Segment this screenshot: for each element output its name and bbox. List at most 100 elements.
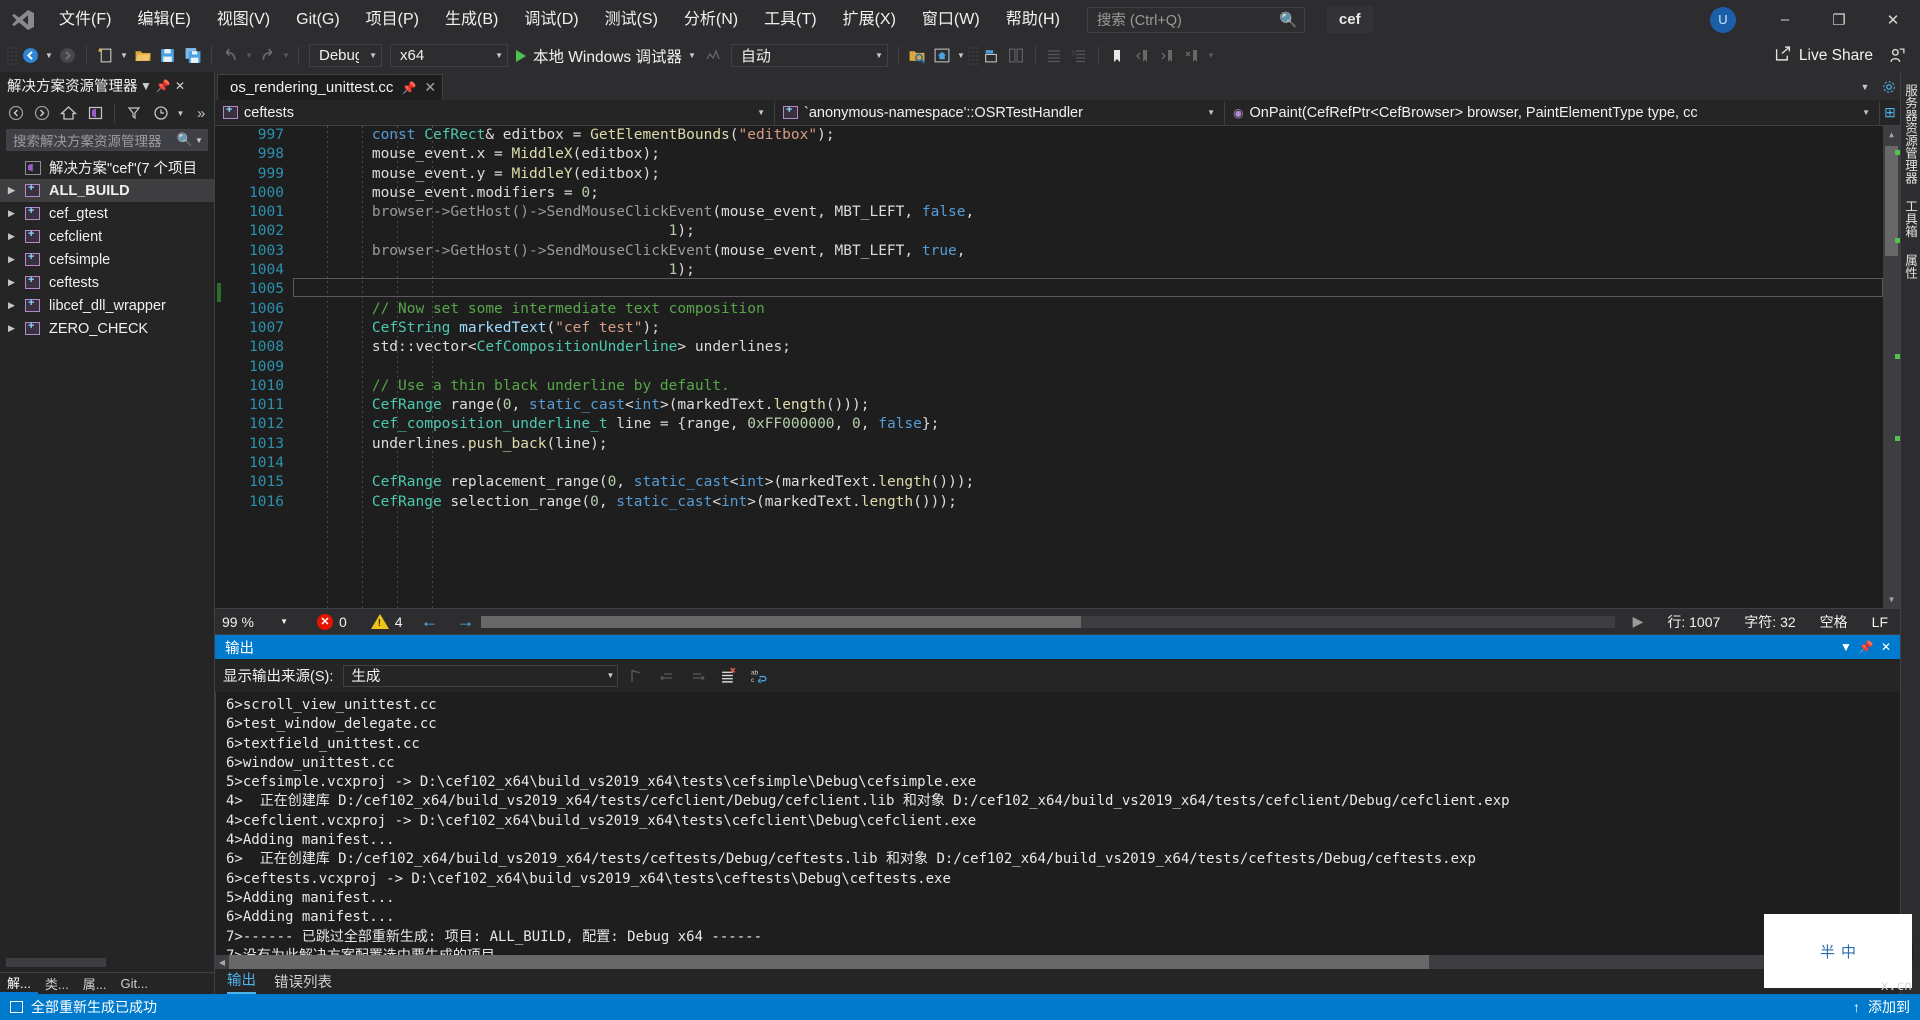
- menu-file[interactable]: 文件(F): [46, 0, 124, 39]
- tab-class-view[interactable]: 类...: [38, 974, 76, 993]
- toolbar-grip-2[interactable]: [966, 45, 979, 66]
- menu-window[interactable]: 窗口(W): [909, 0, 993, 39]
- chevron-down-icon[interactable]: ▼: [138, 79, 155, 93]
- menu-analyze[interactable]: 分析(N): [671, 0, 751, 39]
- code-line[interactable]: mouse_event.modifiers = 0;: [302, 184, 1883, 203]
- comment-icon[interactable]: ?: [1067, 43, 1092, 68]
- code-line[interactable]: browser->GetHost()->SendMouseClickEvent(…: [302, 242, 1883, 261]
- clear-bookmarks-icon[interactable]: [1180, 43, 1205, 68]
- new-item-dropdown-icon[interactable]: ▼: [118, 43, 130, 68]
- expander-icon[interactable]: ▶: [8, 231, 25, 242]
- pin-icon[interactable]: 📌: [1856, 637, 1876, 657]
- code-line[interactable]: // Use a thin black underline by default…: [302, 377, 1883, 396]
- sidebar-item-ceftests[interactable]: ▶ ceftests: [0, 271, 214, 294]
- code-line[interactable]: mouse_event.y = MiddleY(editbox);: [302, 165, 1883, 184]
- configuration-combo[interactable]: Debug ▼: [309, 44, 382, 67]
- code-line[interactable]: mouse_event.x = MiddleX(editbox);: [302, 145, 1883, 164]
- home-dropdown-icon[interactable]: ▼: [955, 43, 967, 68]
- code-line[interactable]: CefRange replacement_range(0, static_cas…: [302, 473, 1883, 492]
- chevron-down-icon[interactable]: ▼: [1836, 637, 1856, 657]
- code-line[interactable]: CefRange selection_range(0, static_cast<…: [302, 493, 1883, 512]
- code-editor[interactable]: 997 998 999 1000 1001 1002 1003 1004 1005 1006 100…: [215, 126, 1900, 608]
- sidebar-item-cef-gtest[interactable]: ▶ cef_gtest: [0, 202, 214, 225]
- close-icon[interactable]: ✕: [172, 79, 189, 93]
- rail-tab-toolbox[interactable]: 工具箱: [1899, 194, 1920, 244]
- tab-os-rendering-unittest[interactable]: os_rendering_unittest.cc 📌 ✕: [217, 74, 444, 100]
- tab-git-changes[interactable]: Git...: [114, 976, 155, 991]
- next-bookmark-icon[interactable]: [1155, 43, 1180, 68]
- code-line[interactable]: cef_composition_underline_t line = {rang…: [302, 415, 1883, 434]
- toolbar-overflow-icon[interactable]: ▼: [1205, 43, 1217, 68]
- save-all-icon[interactable]: [180, 43, 205, 68]
- scroll-up-icon[interactable]: ▲: [1883, 126, 1900, 143]
- toggle-wrap-icon[interactable]: ab c: [746, 663, 773, 688]
- next-message-icon[interactable]: [684, 663, 711, 688]
- chevron-down-icon[interactable]: ▼: [682, 51, 696, 60]
- menu-build[interactable]: 生成(B): [432, 0, 511, 39]
- rail-tab-properties[interactable]: 属性: [1899, 248, 1920, 285]
- start-debugging-button[interactable]: 本地 Windows 调试器 ▼: [512, 43, 702, 68]
- settings-gear-icon[interactable]: [1878, 74, 1900, 100]
- expand-toolbar-icon[interactable]: »: [188, 101, 214, 125]
- scroll-down-icon[interactable]: ▼: [1883, 591, 1900, 608]
- back-icon[interactable]: [3, 101, 29, 125]
- solution-search-input[interactable]: 搜索解决方案资源管理器 🔍 ▼: [6, 129, 208, 151]
- close-icon[interactable]: ✕: [1876, 637, 1896, 657]
- previous-bookmark-icon[interactable]: [1130, 43, 1155, 68]
- live-share-button[interactable]: Live Share: [1774, 45, 1873, 67]
- code-line[interactable]: CefRange range(0, static_cast<int>(marke…: [302, 396, 1883, 415]
- arrow-up-icon[interactable]: ↑: [1853, 999, 1860, 1015]
- expander-icon[interactable]: ▶: [8, 185, 25, 196]
- attach-icon[interactable]: [979, 43, 1004, 68]
- project-selector[interactable]: ceftests ▼: [215, 100, 775, 125]
- undo-dropdown-icon[interactable]: ▼: [243, 43, 255, 68]
- expander-icon[interactable]: ▶: [8, 277, 25, 288]
- main-menu[interactable]: 文件(F) 编辑(E) 视图(V) Git(G) 项目(P) 生成(B) 调试(…: [46, 0, 1073, 39]
- pending-changes-icon[interactable]: [148, 101, 174, 125]
- output-text[interactable]: 6>scroll_view_unittest.cc 6>test_window_d…: [215, 692, 1900, 955]
- code-line[interactable]: 1);: [302, 222, 1883, 241]
- filter-icon[interactable]: [121, 101, 147, 125]
- back-dropdown-icon[interactable]: ▼: [43, 43, 55, 68]
- chevron-down-icon[interactable]: ▼: [193, 128, 205, 153]
- tab-list-icon[interactable]: ▼: [1852, 74, 1878, 100]
- minimize-icon[interactable]: –: [1758, 0, 1812, 39]
- pin-icon[interactable]: 📌: [155, 79, 172, 93]
- code-line[interactable]: [302, 358, 1883, 377]
- columns-icon[interactable]: [1004, 43, 1029, 68]
- search-input[interactable]: 搜索 (Ctrl+Q) 🔍: [1086, 6, 1305, 33]
- sidebar-item-zero-check[interactable]: ▶ ZERO_CHECK: [0, 317, 214, 340]
- expander-icon[interactable]: ▶: [8, 208, 25, 219]
- navigate-forward-icon[interactable]: [55, 43, 80, 68]
- performance-profiler-icon[interactable]: [702, 43, 727, 68]
- open-folder-icon[interactable]: [130, 43, 155, 68]
- code-text-area[interactable]: const CefRect& editbox = GetElementBound…: [293, 126, 1883, 608]
- code-line[interactable]: std::vector<CefCompositionUnderline> und…: [302, 338, 1883, 357]
- process-combo[interactable]: 自动 ▼: [730, 44, 888, 67]
- indent-icon[interactable]: [1042, 43, 1067, 68]
- output-panel-tabs[interactable]: 输出 错误列表: [215, 969, 1900, 994]
- expander-icon[interactable]: ▶: [8, 323, 25, 334]
- close-icon[interactable]: ✕: [424, 79, 436, 96]
- undo-icon[interactable]: [218, 43, 243, 68]
- find-in-files-icon[interactable]: [905, 43, 930, 68]
- new-item-icon[interactable]: [93, 43, 118, 68]
- code-line[interactable]: const CefRect& editbox = GetElementBound…: [302, 126, 1883, 145]
- menu-edit[interactable]: 编辑(E): [124, 0, 203, 39]
- menu-test[interactable]: 测试(S): [592, 0, 671, 39]
- bookmark-icon[interactable]: [1105, 43, 1130, 68]
- code-line[interactable]: [302, 280, 1883, 299]
- platform-combo[interactable]: x64 ▼: [390, 44, 508, 67]
- chevron-down-icon[interactable]: ▼: [175, 101, 187, 126]
- save-icon[interactable]: [155, 43, 180, 68]
- zoom-combo[interactable]: 99 % ▼: [221, 612, 293, 632]
- menu-extensions[interactable]: 扩展(X): [830, 0, 909, 39]
- sidebar-item-all-build[interactable]: ▶ ALL_BUILD: [0, 179, 214, 202]
- code-line[interactable]: CefString markedText("cef test");: [302, 319, 1883, 338]
- tab-properties[interactable]: 属...: [76, 974, 114, 993]
- editor-horizontal-scrollbar[interactable]: [480, 615, 1615, 628]
- menu-debug[interactable]: 调试(D): [511, 0, 591, 39]
- menu-tools[interactable]: 工具(T): [751, 0, 829, 39]
- scroll-left-icon[interactable]: ◀: [215, 958, 229, 967]
- jump-to-icon[interactable]: [622, 663, 649, 688]
